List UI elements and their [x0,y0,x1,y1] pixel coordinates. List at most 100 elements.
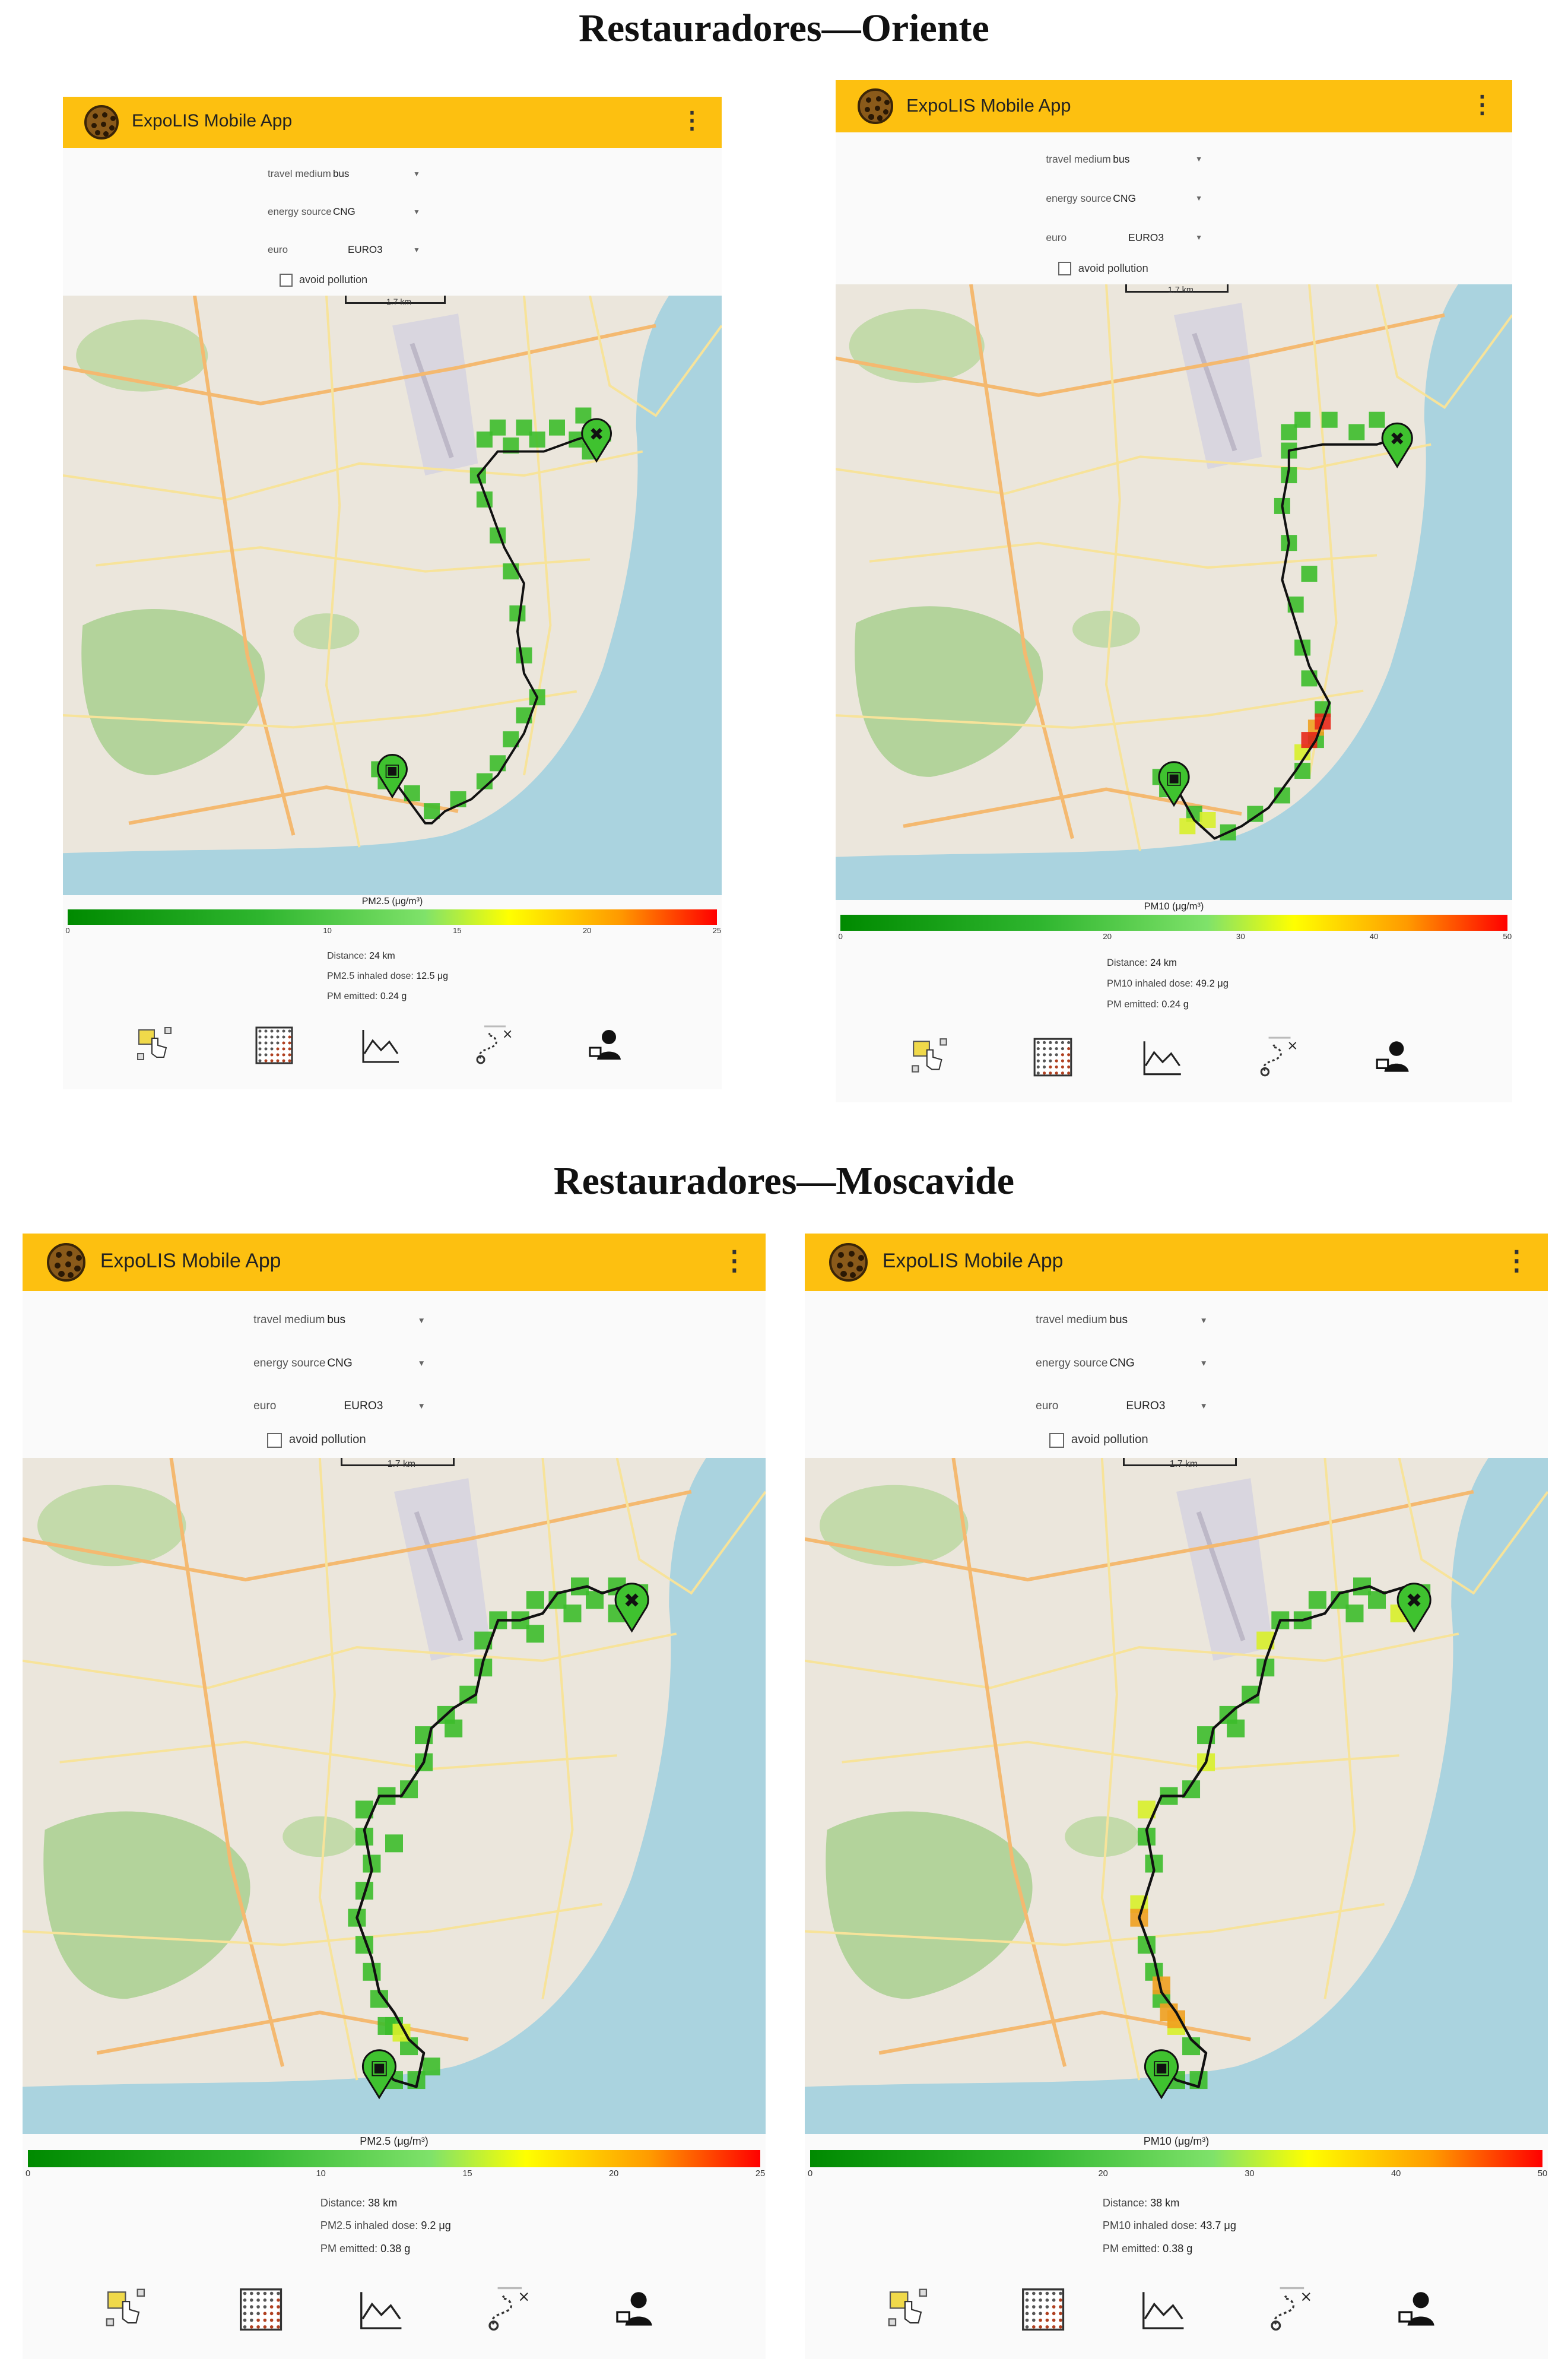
avoid-pollution-label: avoid pollution [1078,262,1148,275]
scale-tick-label: 50 [1503,931,1512,941]
scale-tick-label: 40 [1369,931,1379,941]
dropdown-arrow-icon[interactable]: ▼ [417,1402,425,1410]
route-icon[interactable]: × [472,1024,515,1067]
scale-tick-label: 20 [582,926,592,935]
touch-select-icon[interactable] [885,2285,933,2333]
more-vert-icon[interactable]: ⋮ [680,109,704,132]
avoid-pollution-label: avoid pollution [1071,1433,1148,1447]
more-vert-icon[interactable]: ⋮ [1503,1247,1530,1273]
park-center [1065,1816,1140,1857]
touch-select-icon[interactable] [909,1035,953,1079]
scale-tick-label: 15 [453,926,462,935]
route-icon[interactable]: × [484,2285,532,2333]
energy-source-select[interactable]: CNG [333,206,356,218]
pollution-cell [490,419,506,436]
travel-medium-select[interactable]: bus [1109,1314,1128,1327]
travel-medium-select[interactable]: bus [327,1314,345,1327]
route-map[interactable]: ▣ ✖ [23,1457,766,2135]
avoid-pollution-checkbox[interactable] [266,1433,282,1448]
pm-emitted-stat: PM emitted: 0.24 g [1107,999,1189,1010]
travel-medium-select[interactable]: bus [1113,153,1129,166]
svg-text:×: × [502,1027,513,1042]
scale-tick-label: 20 [1098,2168,1108,2179]
touch-select-icon[interactable] [103,2285,151,2333]
pollution-cell [363,1962,381,1981]
scale-tick-label: 20 [609,2168,619,2179]
pollution-cell [1348,424,1365,440]
energy-source-label: energy source [1046,192,1112,204]
euro-select[interactable]: EURO3 [1126,1400,1165,1413]
more-vert-icon[interactable]: ⋮ [1470,92,1494,117]
euro-select[interactable]: EURO3 [348,244,383,256]
energy-source-select[interactable]: CNG [1113,192,1136,205]
line-chart-icon[interactable] [360,1024,402,1067]
euro-select[interactable]: EURO3 [1128,232,1164,244]
pm-emitted-stat-value: 0.38 g [380,2242,411,2255]
avoid-pollution-checkbox[interactable] [1058,262,1072,275]
route-map[interactable]: ▣ ✖ [836,284,1512,901]
map-canvas[interactable]: ▣✖ [805,1457,1548,2135]
dropdown-arrow-icon[interactable]: ▼ [413,208,420,216]
pm-emitted-stat: PM emitted: 0.38 g [320,2243,410,2255]
pollution-grid-icon[interactable] [1031,1035,1075,1079]
touch-select-icon[interactable] [134,1024,177,1067]
user-profile-icon[interactable] [612,2285,660,2333]
map-canvas[interactable]: ▣✖ [836,284,1512,901]
dropdown-arrow-icon[interactable]: ▼ [417,1316,425,1325]
pollution-cell [1345,1604,1364,1622]
scale-tick-label: 20 [1103,931,1112,941]
route-icon[interactable]: × [1267,2285,1315,2333]
pollution-cell [1227,1719,1245,1737]
dropdown-arrow-icon[interactable]: ▼ [417,1359,425,1368]
app-title: ExpoLIS Mobile App [132,111,293,131]
route-icon[interactable]: × [1256,1035,1300,1079]
dropdown-arrow-icon[interactable]: ▼ [1199,1316,1207,1325]
line-chart-icon[interactable] [1141,1035,1185,1079]
distance-stat-label: Distance: [1107,957,1148,968]
user-profile-icon[interactable] [585,1024,628,1067]
pollutant-scale-label: PM10 (μg/m³) [1143,2135,1210,2148]
energy-source-select[interactable]: CNG [1109,1357,1135,1370]
user-profile-icon[interactable] [1372,1035,1416,1079]
line-chart-icon[interactable] [1140,2285,1188,2333]
svg-text:×: × [1287,1038,1298,1054]
scale-tick-label: 0 [838,931,843,941]
svg-text:▣: ▣ [1166,768,1182,788]
map-canvas[interactable]: ▣✖ [23,1457,766,2135]
pollution-cell [445,1719,463,1737]
pm-emitted-stat-label: PM emitted: [327,991,378,1001]
avoid-pollution-checkbox[interactable] [280,274,293,287]
euro-select[interactable]: EURO3 [344,1400,383,1413]
scale-tick-label: 15 [462,2168,472,2179]
app-screenshot-panel: ExpoLIS Mobile App ⋮ travel medium bus ▼ ener… [836,80,1512,1102]
dropdown-arrow-icon[interactable]: ▼ [1199,1359,1207,1368]
pollutant-color-scale [68,909,717,925]
inhaled-dose-stat: PM10 inhaled dose: 43.7 μg [1103,2220,1236,2232]
expolis-logo-icon [84,105,119,139]
app-screenshot-panel: ExpoLIS Mobile App ⋮ travel medium bus ▼ ener… [805,1234,1548,2359]
pollution-grid-icon[interactable] [1019,2285,1067,2333]
dropdown-arrow-icon[interactable]: ▼ [1195,233,1202,242]
dropdown-arrow-icon[interactable]: ▼ [413,170,420,178]
energy-source-select[interactable]: CNG [327,1357,353,1370]
pollution-grid-icon[interactable] [237,2285,285,2333]
travel-medium-select[interactable]: bus [333,168,349,180]
pm-emitted-stat-value: 0.24 g [1161,998,1189,1010]
dropdown-arrow-icon[interactable]: ▼ [413,246,420,254]
dropdown-arrow-icon[interactable]: ▼ [1199,1402,1207,1410]
dropdown-arrow-icon[interactable]: ▼ [1195,194,1202,202]
map-canvas[interactable]: ▣✖ [63,295,722,895]
pollution-grid-icon[interactable] [253,1024,296,1067]
scale-tick-label: 40 [1391,2168,1401,2179]
scale-tick-label: 50 [1537,2168,1548,2179]
park-center [283,1816,357,1857]
avoid-pollution-checkbox[interactable] [1049,1433,1064,1448]
more-vert-icon[interactable]: ⋮ [721,1247,748,1273]
user-profile-icon[interactable] [1394,2285,1442,2333]
pollutant-color-scale [840,915,1507,931]
pollution-cell [509,605,526,622]
route-map[interactable]: ▣ ✖ [63,295,722,895]
dropdown-arrow-icon[interactable]: ▼ [1195,155,1202,163]
line-chart-icon[interactable] [357,2285,405,2333]
route-map[interactable]: ▣ ✖ [805,1457,1548,2135]
